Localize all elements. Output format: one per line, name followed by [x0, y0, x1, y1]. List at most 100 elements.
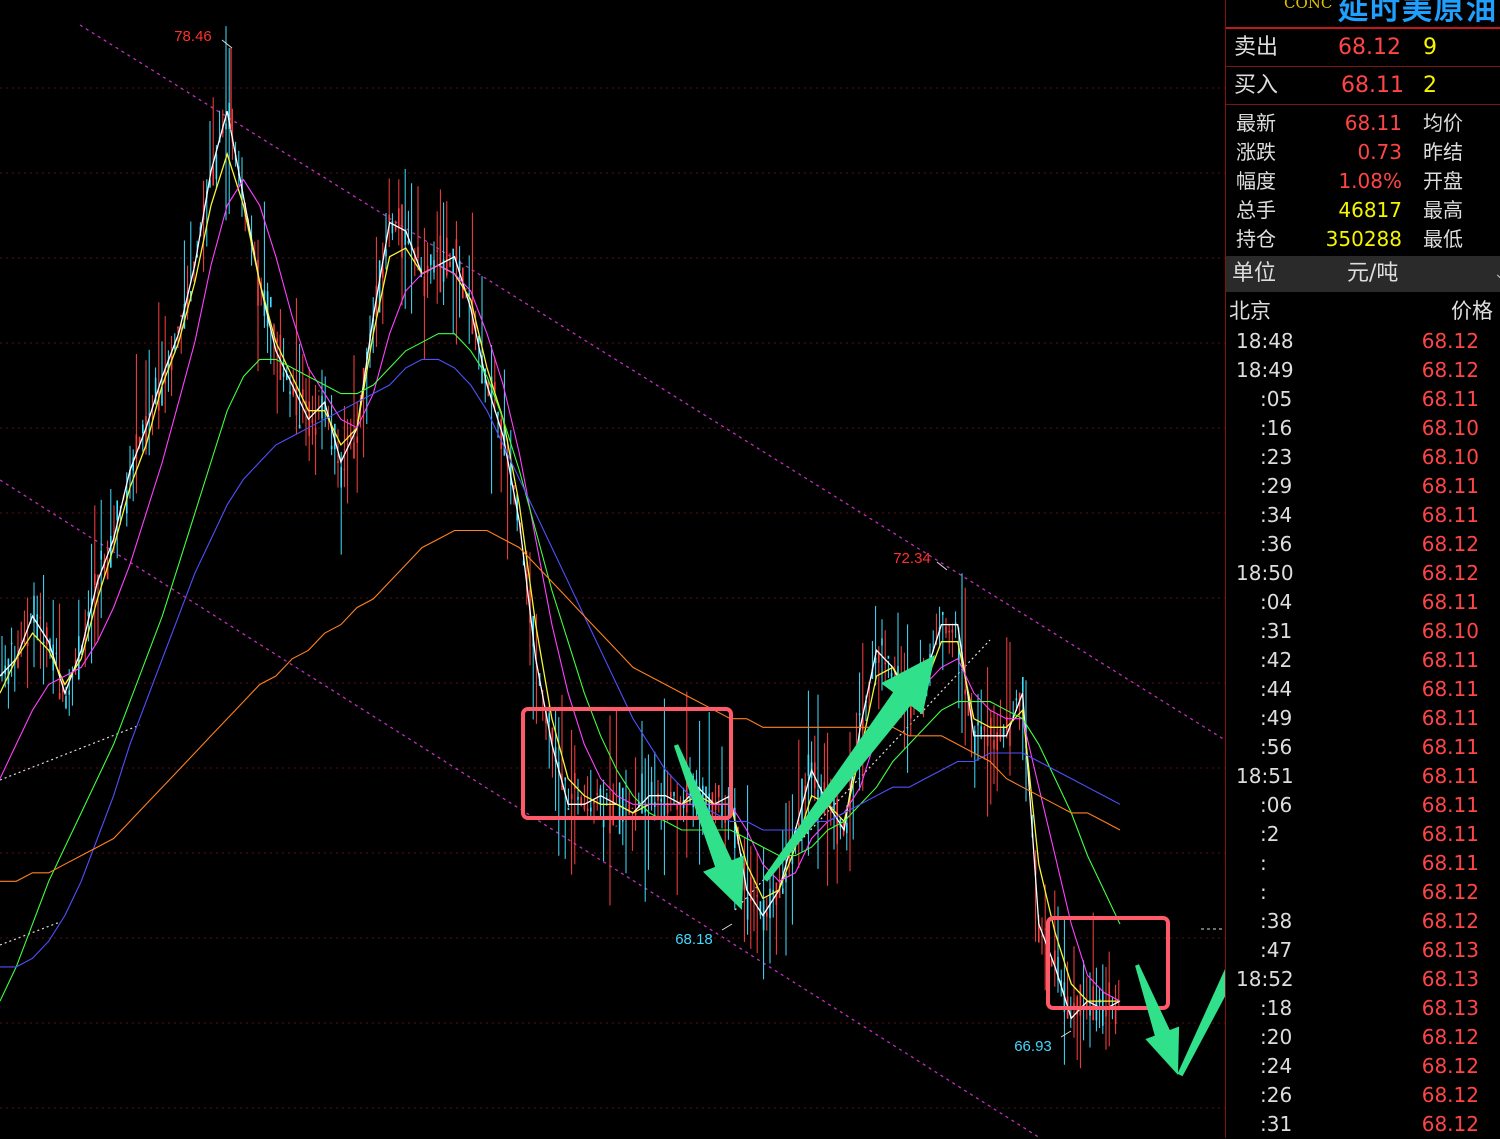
candle-body	[660, 798, 662, 802]
candle-body	[746, 897, 749, 920]
tick-time: :34	[1260, 503, 1293, 527]
candle-body	[116, 500, 118, 520]
tick-price: 68.12	[1421, 1025, 1479, 1049]
candle-body	[846, 822, 848, 834]
candle-body	[36, 614, 38, 638]
tick-time: 18:48	[1236, 329, 1294, 353]
quote-row: 最新 68.11 均价	[1226, 109, 1500, 138]
tick-row: 18:52 68.13	[1226, 965, 1500, 994]
tick-price: 68.11	[1421, 677, 1479, 701]
quote-label: 总手	[1236, 198, 1276, 222]
tick-time: :06	[1260, 793, 1293, 817]
quote-label: 最新	[1236, 111, 1276, 135]
tick-time: 18:49	[1236, 358, 1294, 382]
tick-time: :29	[1260, 474, 1293, 498]
tick-time: :23	[1260, 445, 1293, 469]
candle-body	[318, 390, 320, 392]
instrument-name: 延时美原油	[1338, 0, 1498, 27]
tick-price: 68.10	[1421, 619, 1479, 643]
candle-body	[270, 296, 272, 308]
tick-time: :56	[1260, 735, 1293, 759]
unit-dropdown-icon[interactable]: ⌄	[1494, 256, 1500, 292]
buy-price: 68.11	[1341, 73, 1404, 98]
candle-body	[430, 254, 432, 266]
tick-row: :2 68.11	[1226, 820, 1500, 849]
candle-body	[94, 573, 96, 586]
candle-body	[1044, 928, 1046, 930]
tick-time: :31	[1260, 1112, 1293, 1136]
candle-body	[881, 638, 883, 646]
candle-body	[65, 696, 67, 708]
unit-label: 单位	[1232, 261, 1277, 286]
candle-body	[1015, 698, 1018, 701]
candle-body	[1079, 984, 1082, 1016]
tick-time: :38	[1260, 909, 1293, 933]
buy-volume: 2	[1423, 73, 1437, 98]
tick-time: :26	[1260, 1083, 1293, 1107]
sell-volume: 9	[1423, 35, 1437, 60]
tick-list-header: 北京 价格	[1226, 297, 1500, 326]
candle-body	[330, 445, 333, 450]
tick-time: 18:52	[1236, 967, 1294, 991]
candle-body	[951, 629, 954, 633]
candle-body	[590, 807, 592, 812]
quote-label-2: 最高	[1423, 198, 1463, 222]
tick-price: 68.11	[1421, 735, 1479, 759]
candle-body	[177, 326, 179, 329]
candle-body	[58, 692, 61, 700]
tick-time-header: 北京	[1229, 299, 1271, 323]
candle-body	[7, 658, 10, 685]
tick-time: :24	[1260, 1054, 1293, 1078]
tick-time: :04	[1260, 590, 1293, 614]
candle-body	[618, 782, 621, 835]
candle-body	[945, 626, 947, 634]
candle-body	[650, 781, 653, 804]
tick-row: :47 68.13	[1226, 936, 1500, 965]
quote-value: 350288	[1325, 227, 1402, 251]
instrument-header: CONC 延时美原油	[1226, 0, 1500, 29]
tick-time: :05	[1260, 387, 1293, 411]
tick-row: 18:49 68.12	[1226, 356, 1500, 385]
candle-body	[356, 436, 358, 443]
candle-body	[100, 550, 102, 560]
sell-label: 卖出	[1234, 35, 1279, 60]
tick-price: 68.12	[1421, 909, 1479, 933]
candle-body	[564, 777, 566, 781]
tick-time: 18:51	[1236, 764, 1294, 788]
candle-body	[631, 807, 634, 809]
quote-label-2: 最低	[1423, 227, 1463, 251]
direction-arrows	[673, 655, 1225, 1077]
candle-body	[977, 722, 979, 726]
tick-price: 68.12	[1421, 1112, 1479, 1136]
candle-body	[39, 616, 42, 619]
candle-body	[586, 808, 589, 812]
ma-line	[0, 529, 1121, 882]
tick-price: 68.11	[1421, 503, 1479, 527]
tick-row: :16 68.10	[1226, 414, 1500, 443]
tick-price: 68.11	[1421, 706, 1479, 730]
candle-body	[570, 793, 573, 800]
candle-body	[46, 627, 48, 645]
candle-body	[407, 241, 410, 244]
candle-body	[980, 726, 982, 735]
candle-body	[452, 248, 454, 273]
candle-body	[836, 798, 838, 845]
candle-body	[890, 672, 893, 677]
candle-body	[433, 259, 435, 273]
tick-time: :42	[1260, 648, 1293, 672]
tick-time: :18	[1260, 996, 1293, 1020]
candle-body	[212, 165, 214, 186]
tick-row: :31 68.12	[1226, 1110, 1500, 1139]
pattern-boxes	[521, 707, 1170, 1010]
sell-price: 68.12	[1338, 35, 1401, 60]
candle-body	[766, 912, 768, 917]
tick-price: 68.12	[1421, 1054, 1479, 1078]
quote-value: 68.11	[1344, 111, 1402, 135]
tick-row: :18 68.13	[1226, 994, 1500, 1023]
candle-body	[942, 611, 944, 615]
candle-body	[142, 424, 144, 434]
annotation-pointer	[221, 39, 233, 49]
candle-body	[612, 792, 614, 826]
tick-time: :47	[1260, 938, 1293, 962]
tick-row: :23 68.10	[1226, 443, 1500, 472]
